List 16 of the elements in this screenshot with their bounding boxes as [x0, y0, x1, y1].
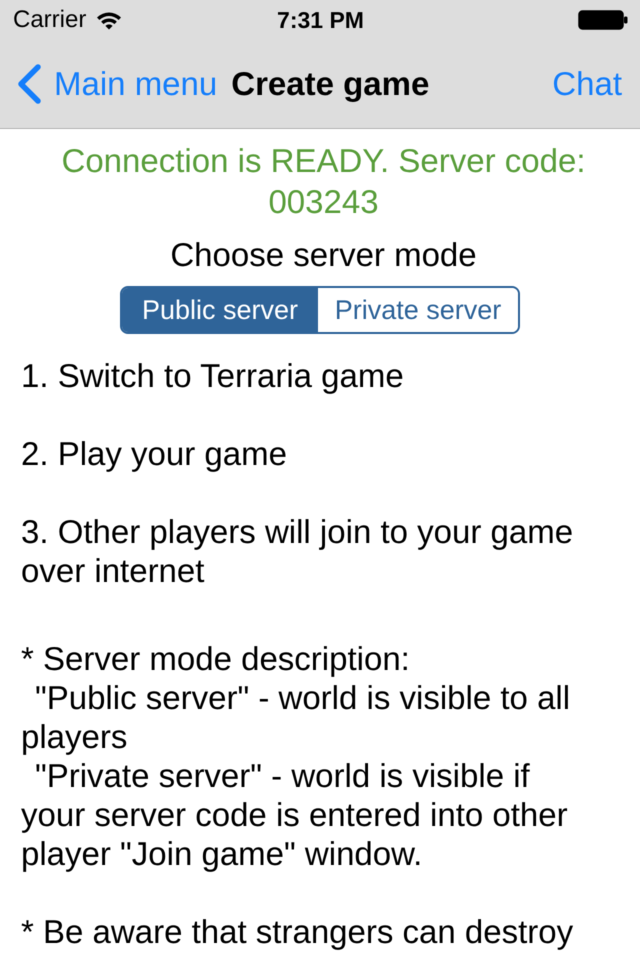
carrier-name: Carrier [13, 6, 86, 34]
instruction-step: 3. Other players will join to your game over internet [21, 512, 626, 590]
battery-icon [578, 10, 628, 30]
instruction-step: 1. Switch to Terraria game [21, 356, 626, 395]
wifi-icon [96, 10, 122, 30]
mode-prompt: Choose server mode [169, 235, 478, 275]
screen-title: Create game [231, 65, 430, 103]
chevron-left-icon [16, 64, 42, 104]
connection-status: Connection is READY. Server code: 003243 [60, 141, 586, 222]
mode-description: "Public server" - world is visible to all players [21, 678, 572, 756]
server-mode-segment[interactable]: Public server [122, 288, 318, 332]
instruction-step: 2. Play your game [21, 434, 626, 473]
warning-text: * Be aware that strangers can destroy [21, 912, 574, 951]
status-time: 7:31 PM [277, 6, 364, 34]
mode-description: "Private server" - world is visible if your server code is entered into other player "Join game" window. [21, 756, 569, 873]
description-heading: * Server mode description: [21, 639, 411, 678]
